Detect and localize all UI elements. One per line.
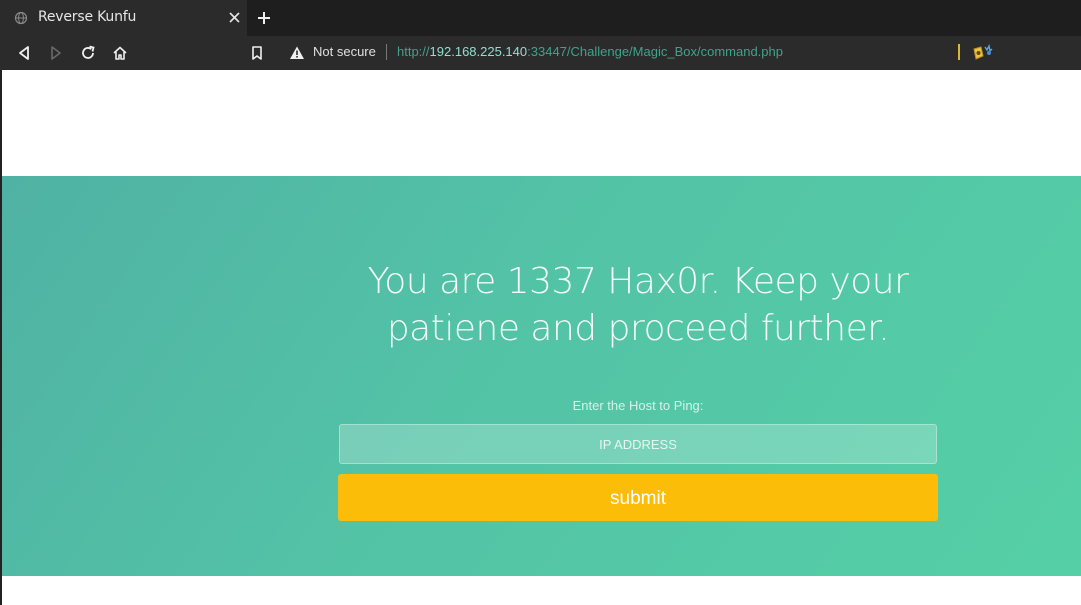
url-host: 192.168.225.140 — [429, 44, 528, 59]
url-divider — [386, 44, 387, 60]
page-footer-area — [2, 576, 1081, 605]
ping-host-label: Enter the Host to Ping: — [572, 398, 704, 413]
browser-tab[interactable]: Reverse Kunfu — [0, 0, 247, 36]
toolbar-divider — [958, 44, 960, 60]
ip-address-input[interactable] — [339, 424, 937, 464]
browser-toolbar: Not secure http://192.168.225.140:33447/… — [0, 36, 1081, 70]
globe-icon — [14, 11, 28, 25]
address-bar[interactable]: http://192.168.225.140:33447/Challenge/M… — [397, 44, 783, 59]
home-icon[interactable] — [111, 44, 129, 62]
warning-icon[interactable] — [288, 44, 306, 62]
url-path: :33447/Challenge/Magic_Box/command.php — [527, 44, 783, 59]
tab-bar: Reverse Kunfu — [0, 0, 1081, 36]
back-icon[interactable] — [15, 44, 33, 62]
page-heading: You are 1337 Hax0r. Keep your patiene an… — [367, 261, 909, 349]
bookmark-icon[interactable] — [248, 44, 266, 62]
forward-icon[interactable] — [47, 44, 65, 62]
plus-icon[interactable] — [257, 11, 271, 25]
extension-icon[interactable] — [970, 44, 994, 62]
tab-title: Reverse Kunfu — [38, 9, 137, 25]
page-header-area — [0, 70, 1081, 176]
submit-button[interactable]: submit — [338, 474, 938, 521]
close-icon[interactable] — [228, 11, 241, 24]
reload-icon[interactable] — [79, 44, 97, 62]
security-status[interactable]: Not secure — [313, 44, 376, 59]
url-scheme: http:// — [397, 44, 430, 59]
